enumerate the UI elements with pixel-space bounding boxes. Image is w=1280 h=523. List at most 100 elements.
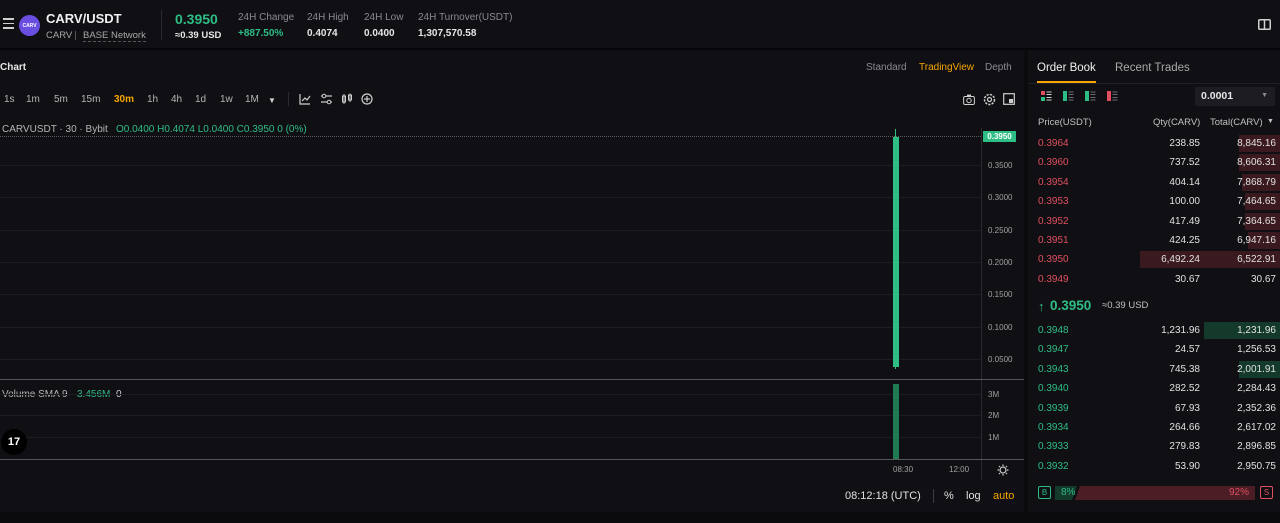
layout-toggle-icon[interactable]: [1258, 19, 1271, 33]
row-qty: 282.52: [1169, 383, 1200, 395]
time-tick: 12:00: [949, 465, 970, 474]
candle-type-icon[interactable]: [341, 93, 353, 108]
row-qty: 424.25: [1169, 235, 1200, 246]
row-price: 0.3964: [1038, 138, 1069, 149]
last-price-usd: ≈0.39 USD: [175, 30, 222, 41]
mid-price: 0.3950: [1050, 298, 1092, 313]
timeframe-15m[interactable]: 15m: [81, 94, 100, 105]
time-tick: 08:30: [893, 465, 914, 474]
row-qty: 24.57: [1174, 344, 1200, 356]
ask-row[interactable]: 0.3960 737.52 8,606.31: [1028, 153, 1280, 172]
chevron-down-icon: ▼: [1261, 92, 1268, 99]
timeframe-1M[interactable]: 1M: [245, 94, 259, 105]
utc-clock[interactable]: 08:12:18 (UTC): [845, 490, 921, 502]
network-label[interactable]: BASE Network: [83, 30, 146, 42]
bid-row[interactable]: 0.3934 264.66 2,617.02: [1028, 418, 1280, 437]
row-qty: 67.93: [1174, 402, 1200, 414]
pair-title[interactable]: CARV/USDT: [46, 11, 122, 26]
chart-settings-icon[interactable]: [320, 93, 333, 108]
row-price: 0.3940: [1038, 383, 1069, 395]
timeframe-dropdown-icon[interactable]: ▼: [268, 96, 276, 105]
bid-row[interactable]: 0.3933 279.83 2,896.85: [1028, 437, 1280, 456]
timeframe-4h[interactable]: 4h: [171, 94, 182, 105]
bid-row[interactable]: 0.3939 67.93 2,352.36: [1028, 399, 1280, 418]
indicator-icon[interactable]: [299, 93, 311, 108]
bid-row[interactable]: 0.3947 24.57 1,256.53: [1028, 340, 1280, 359]
camera-icon[interactable]: [963, 94, 975, 108]
col-price: Price(USDT): [1038, 117, 1092, 128]
ask-row[interactable]: 0.3951 424.25 6,947.16: [1028, 231, 1280, 250]
scale-auto[interactable]: auto: [993, 490, 1014, 502]
row-price: 0.3947: [1038, 344, 1069, 356]
fullscreen-icon[interactable]: [1003, 93, 1015, 108]
low-value: 0.0400: [364, 28, 395, 39]
precision-select[interactable]: 0.0001 ▼: [1195, 87, 1275, 106]
ask-row[interactable]: 0.3954 404.14 7,868.79: [1028, 173, 1280, 192]
timeframe-1m[interactable]: 1m: [26, 94, 40, 105]
sort-icon[interactable]: ▼: [1267, 118, 1274, 125]
timeframe-1s[interactable]: 1s: [4, 94, 15, 105]
bid-row[interactable]: 0.3948 1,231.96 1,231.96: [1028, 321, 1280, 340]
tradingview-logo-text: 17: [7, 436, 21, 448]
timeframe-5m[interactable]: 5m: [54, 94, 68, 105]
high-value: 0.4074: [307, 28, 338, 39]
sell-percent: 92%: [1228, 487, 1249, 498]
add-indicator-icon[interactable]: [361, 93, 373, 108]
ask-row[interactable]: 0.3952 417.49 7,364.65: [1028, 212, 1280, 231]
view-bids-only-icon[interactable]: [1085, 91, 1096, 104]
view-bids-icon[interactable]: [1063, 91, 1074, 104]
grid-line: [0, 394, 981, 395]
time-axis-settings-icon[interactable]: [997, 464, 1009, 479]
timeframe-1d[interactable]: 1d: [195, 94, 206, 105]
col-total[interactable]: Total(CARV): [1210, 117, 1263, 128]
row-price: 0.3953: [1038, 196, 1069, 208]
row-total: 8,845.16: [1237, 138, 1276, 149]
timeframe-1w[interactable]: 1w: [220, 94, 233, 105]
sell-badge: S: [1260, 486, 1273, 499]
bid-row[interactable]: 0.3943 745.38 2,001.91: [1028, 360, 1280, 379]
ask-row[interactable]: 0.3950 6,492.24 6,522.91: [1028, 250, 1280, 269]
tab-order-book[interactable]: Order Book: [1037, 62, 1096, 74]
tradingview-logo[interactable]: 17: [1, 429, 27, 455]
row-price: 0.3951: [1038, 235, 1069, 246]
ohlc-values: O0.0400 H0.4074 L0.0400 C0.3950 0 (0%): [116, 124, 307, 135]
row-price: 0.3932: [1038, 460, 1069, 472]
view-tradingview[interactable]: TradingView: [919, 62, 974, 73]
view-standard[interactable]: Standard: [866, 62, 907, 73]
precision-value: 0.0001: [1201, 90, 1234, 102]
row-qty: 238.85: [1169, 138, 1200, 149]
grid-line: [0, 437, 981, 438]
settings-gear-icon[interactable]: [983, 93, 996, 109]
row-total: 7,364.65: [1237, 215, 1276, 227]
grid-line: [0, 327, 981, 328]
view-asks-only-icon[interactable]: [1107, 91, 1118, 104]
buy-badge-label: B: [1041, 488, 1048, 497]
scale-percent[interactable]: %: [944, 490, 954, 502]
menu-icon[interactable]: [3, 18, 14, 32]
ask-row[interactable]: 0.3964 238.85 8,845.16: [1028, 134, 1280, 153]
base-coin[interactable]: CARV: [46, 30, 72, 41]
volume-tick: 1M: [988, 433, 1000, 442]
bid-row[interactable]: 0.3940 282.52 2,284.43: [1028, 379, 1280, 398]
price-axis-border: [981, 128, 982, 480]
volume-tick: 3M: [988, 390, 1000, 399]
current-price-line: [0, 136, 981, 137]
row-total: 2,001.91: [1237, 363, 1276, 375]
bid-row[interactable]: 0.3932 53.90 2,950.75: [1028, 457, 1280, 476]
chart-title: Chart: [0, 62, 27, 73]
tab-recent-trades[interactable]: Recent Trades: [1115, 62, 1190, 74]
chart-panel: [0, 50, 1024, 512]
ask-row[interactable]: 0.3953 100.00 7,464.65: [1028, 192, 1280, 211]
row-price: 0.3952: [1038, 215, 1069, 227]
change-value: +887.50%: [238, 28, 284, 39]
view-depth[interactable]: Depth: [985, 62, 1012, 73]
ask-row[interactable]: 0.3949 30.67 30.67: [1028, 270, 1280, 289]
timeframe-30m[interactable]: 30m: [114, 94, 134, 105]
timeframe-1h[interactable]: 1h: [147, 94, 158, 105]
ratio-bar: 8% 92%: [1055, 486, 1255, 500]
price-tick: 0.3000: [988, 193, 1013, 202]
view-both-icon[interactable]: [1041, 91, 1052, 104]
scale-log[interactable]: log: [966, 490, 981, 502]
price-tick: 0.1000: [988, 323, 1013, 332]
row-price: 0.3954: [1038, 176, 1069, 188]
